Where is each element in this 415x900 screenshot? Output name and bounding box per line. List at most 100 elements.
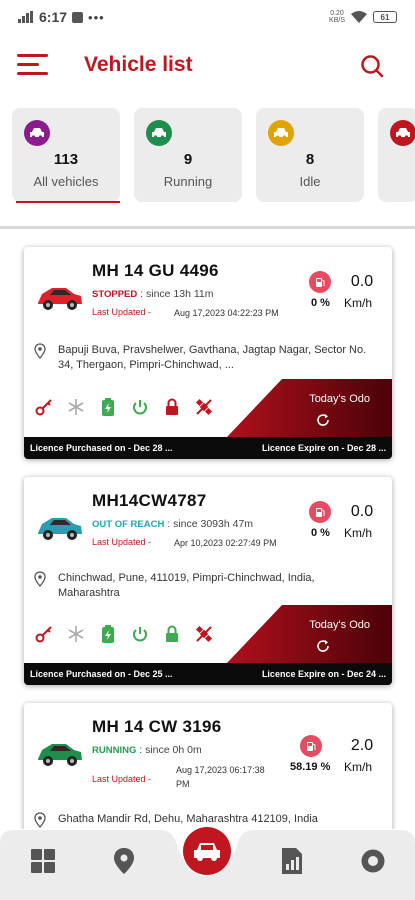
filter-label: Idle xyxy=(299,174,321,189)
menu-icon[interactable] xyxy=(17,52,48,78)
car-icon xyxy=(146,120,172,146)
more-notifications-icon: ••• xyxy=(88,9,105,25)
lock-icon xyxy=(162,397,182,417)
speed-unit: Km/h xyxy=(344,760,373,774)
location-pin-icon xyxy=(114,848,134,874)
vehicle-number: MH 14 CW 3196 xyxy=(92,717,222,736)
app-header: Vehicle list xyxy=(0,34,415,98)
vehicle-card[interactable]: MH 14 GU 4496 STOPPED : since 13h 11m La… xyxy=(24,247,392,459)
speed-value: 2.0 xyxy=(350,737,374,754)
fuel-icon xyxy=(300,735,322,757)
filter-all-vehicles[interactable]: 113 All vehicles xyxy=(12,108,120,203)
nav-dashboard[interactable] xyxy=(28,846,58,876)
lock-icon xyxy=(162,624,182,644)
vehicle-address: Bapuji Buva, Pravshelwer, Gavthana, Jagt… xyxy=(58,344,367,371)
search-icon[interactable] xyxy=(360,54,384,78)
car-icon xyxy=(38,518,82,540)
active-tab-indicator xyxy=(16,201,120,203)
car-icon xyxy=(268,120,294,146)
battery-icon: 61 xyxy=(373,11,397,23)
fuel-percent: 0 % xyxy=(311,527,330,539)
licence-expire: Licence Expire on - Dec 24 ... xyxy=(261,669,386,679)
filter-tiles: 113 All vehicles 9 Running 8 Idle xyxy=(12,108,415,204)
filter-more[interactable] xyxy=(378,108,415,202)
licence-purchased: Licence Purchased on - Dec 25 ... xyxy=(30,669,173,679)
vehicle-card[interactable]: MH14CW4787 OUT OF REACH : since 3093h 47… xyxy=(24,477,392,685)
fuel-icon xyxy=(309,501,331,523)
key-icon xyxy=(34,624,54,644)
vehicle-address: Ghatha Mandir Rd, Dehu, Maharashtra 4121… xyxy=(58,813,318,825)
todays-odo-panel[interactable] xyxy=(227,605,392,663)
vehicle-list[interactable]: MH 14 GU 4496 STOPPED : since 13h 11m La… xyxy=(0,229,415,829)
report-icon xyxy=(282,848,302,874)
nav-vehicle-list[interactable] xyxy=(183,827,231,875)
battery-charging-icon xyxy=(98,397,118,417)
todays-odo-label: Today's Odo xyxy=(309,619,370,631)
licence-purchased: Licence Purchased on - Dec 28 ... xyxy=(30,443,173,453)
vehicle-number: MH 14 GU 4496 xyxy=(92,261,219,280)
refresh-icon[interactable] xyxy=(316,639,330,653)
vehicle-address: Chinchwad, Pune, 411019, Pimpri-Chinchwa… xyxy=(58,572,315,599)
filter-count: 113 xyxy=(53,151,79,168)
location-pin-icon xyxy=(34,343,46,359)
power-icon xyxy=(130,397,150,417)
last-updated-label: Last Updated - xyxy=(92,774,152,784)
ac-snowflake-icon xyxy=(66,397,86,417)
grid-icon xyxy=(31,849,55,873)
car-icon xyxy=(24,120,50,146)
vehicle-status: OUT OF REACH : since 3093h 47m xyxy=(92,518,254,530)
refresh-icon[interactable] xyxy=(316,413,330,427)
gps-satellite-off-icon xyxy=(194,397,214,417)
filter-label: Running xyxy=(163,174,213,189)
battery-charging-icon xyxy=(98,624,118,644)
fuel-icon xyxy=(309,271,331,293)
filter-label: All vehicles xyxy=(33,174,99,189)
bottom-navigation xyxy=(0,827,415,900)
licence-info-bar: Licence Purchased on - Dec 25 ... Licenc… xyxy=(24,663,392,685)
filter-running[interactable]: 9 Running xyxy=(134,108,242,202)
vehicle-number: MH14CW4787 xyxy=(92,491,207,510)
notification-icon xyxy=(72,11,84,23)
last-updated-date: Aug 17,2023 04:22:23 PM xyxy=(174,308,279,318)
car-icon xyxy=(194,843,220,861)
car-icon xyxy=(390,120,415,146)
vehicle-status: STOPPED : since 13h 11m xyxy=(92,288,214,300)
nav-reports[interactable] xyxy=(277,846,307,876)
filter-count: 8 xyxy=(305,151,315,168)
wifi-icon xyxy=(351,11,367,23)
filter-idle[interactable]: 8 Idle xyxy=(256,108,364,202)
vehicle-card[interactable]: MH 14 CW 3196 RUNNING : since 0h 0m Last… xyxy=(24,703,392,829)
speed-unit: Km/h xyxy=(344,526,373,540)
vehicle-status: RUNNING : since 0h 0m xyxy=(92,744,202,756)
status-time: 6:17 xyxy=(39,9,68,25)
fuel-percent: 58.19 % xyxy=(290,761,331,773)
location-pin-icon xyxy=(34,571,46,587)
last-updated-date: Aug 17,2023 06:17:38 xyxy=(176,765,265,775)
speed-value: 0.0 xyxy=(350,503,374,520)
nav-settings[interactable] xyxy=(358,846,388,876)
status-bar: 6:17 ••• 0.20 KB/S 61 xyxy=(0,0,415,34)
vehicle-status-icons xyxy=(34,397,214,417)
last-updated-label: Last Updated - xyxy=(92,537,152,547)
ac-snowflake-icon xyxy=(66,624,86,644)
speed-unit: Km/h xyxy=(344,296,373,310)
fuel-percent: 0 % xyxy=(311,297,330,309)
car-icon xyxy=(38,288,82,310)
network-speed: 0.20 KB/S xyxy=(329,10,345,24)
car-icon xyxy=(38,744,82,766)
speed-value: 0.0 xyxy=(350,273,374,290)
todays-odo-panel[interactable] xyxy=(227,379,392,437)
licence-expire: Licence Expire on - Dec 28 ... xyxy=(261,443,386,453)
power-icon xyxy=(130,624,150,644)
licence-info-bar: Licence Purchased on - Dec 28 ... Licenc… xyxy=(24,437,392,459)
filter-count: 9 xyxy=(183,151,193,168)
gps-satellite-off-icon xyxy=(194,624,214,644)
nav-map[interactable] xyxy=(109,846,139,876)
vehicle-status-icons xyxy=(34,624,214,644)
location-pin-icon xyxy=(34,812,46,828)
key-icon xyxy=(34,397,54,417)
settings-circle-icon xyxy=(361,849,385,873)
page-title: Vehicle list xyxy=(84,53,193,76)
last-updated-date: Apr 10,2023 02:27:49 PM xyxy=(174,538,277,548)
last-updated-date-ampm: PM xyxy=(176,779,190,789)
